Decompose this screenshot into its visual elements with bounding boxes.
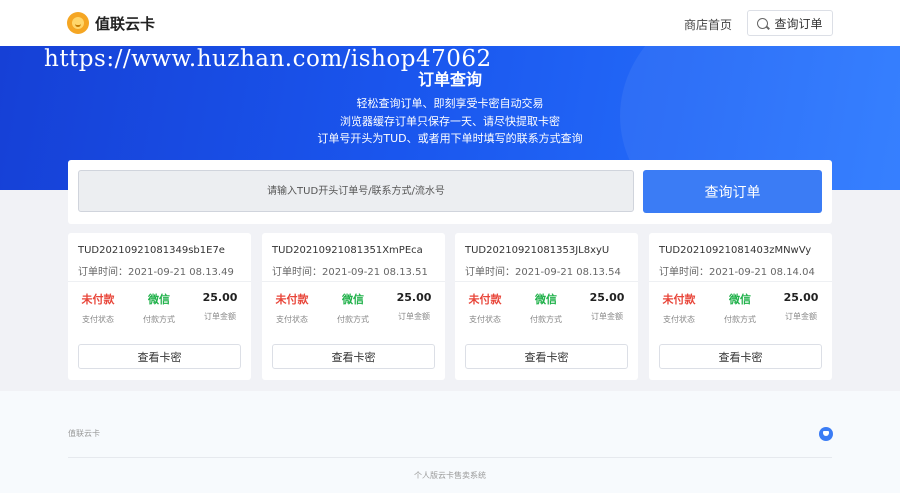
order-time: 订单时间：2021-09-21 08.13.54	[465, 263, 621, 278]
view-card-secret-button[interactable]: 查看卡密	[78, 344, 241, 369]
order-time: 订单时间：2021-09-21 08.14.04	[659, 263, 815, 278]
card-divider	[68, 281, 251, 282]
order-amount: 25.00 订单金额	[577, 291, 637, 322]
banner-line-1: 轻松查询订单、即刻享受卡密自动交易	[356, 97, 544, 110]
payment-method-value: 微信	[535, 293, 557, 306]
order-id: TUD20210921081349sb1E7e	[78, 245, 225, 256]
footer-brand: 值联云卡	[68, 429, 100, 438]
payment-method-label: 付款方式	[724, 315, 756, 324]
order-amount-label: 订单金额	[398, 312, 430, 321]
order-time-label: 订单时间：	[659, 267, 709, 278]
logo-icon	[67, 12, 89, 34]
payment-status: 未付款 支付状态	[68, 291, 128, 325]
page-footer: 值联云卡 个人版云卡售卖系统	[0, 391, 900, 493]
order-amount-value: 25.00	[589, 291, 625, 304]
nav-query-order-button[interactable]: 查询订单	[747, 10, 833, 36]
payment-status-label: 支付状态	[276, 315, 308, 324]
payment-method: 微信 付款方式	[516, 291, 576, 325]
order-amount: 25.00 订单金额	[384, 291, 444, 322]
payment-status: 未付款 支付状态	[262, 291, 322, 325]
banner-line-3: 订单号开头为TUD、或者用下单时填写的联系方式查询	[317, 132, 583, 145]
order-amount-label: 订单金额	[204, 312, 236, 321]
order-time: 订单时间：2021-09-21 08.13.49	[78, 263, 234, 278]
payment-status: 未付款 支付状态	[455, 291, 515, 325]
footer-divider	[68, 457, 832, 458]
search-icon	[757, 17, 769, 29]
payment-method-label: 付款方式	[530, 315, 562, 324]
order-time-value: 2021-09-21 08.13.51	[322, 267, 428, 278]
payment-method: 微信 付款方式	[323, 291, 383, 325]
view-card-secret-button[interactable]: 查看卡密	[272, 344, 435, 369]
top-header: 值联云卡 商店首页 查询订单	[0, 0, 900, 46]
order-amount: 25.00 订单金额	[190, 291, 250, 322]
order-time-label: 订单时间：	[272, 267, 322, 278]
payment-method: 微信 付款方式	[710, 291, 770, 325]
order-amount-value: 25.00	[202, 291, 238, 304]
order-time-value: 2021-09-21 08.13.49	[128, 267, 234, 278]
payment-status-value: 未付款	[275, 293, 309, 306]
watermark-text: https://www.huzhan.com/ishop47062	[44, 46, 492, 72]
payment-status-value: 未付款	[662, 293, 696, 306]
query-order-button[interactable]: 查询订单	[643, 170, 822, 213]
order-time-value: 2021-09-21 08.14.04	[709, 267, 815, 278]
order-card: TUD20210921081351XmPEca 订单时间：2021-09-21 …	[262, 233, 445, 380]
order-id: TUD20210921081351XmPEca	[272, 245, 423, 256]
order-amount-value: 25.00	[783, 291, 819, 304]
brand-logo[interactable]: 值联云卡	[67, 12, 155, 34]
payment-status-label: 支付状态	[82, 315, 114, 324]
nav-query-order-label: 查询订单	[774, 16, 823, 31]
nav-shop-home-link[interactable]: 商店首页	[684, 16, 732, 33]
payment-status-value: 未付款	[468, 293, 502, 306]
brand-name: 值联云卡	[95, 14, 156, 33]
payment-status: 未付款 支付状态	[649, 291, 709, 325]
view-card-secret-button[interactable]: 查看卡密	[465, 344, 628, 369]
view-card-secret-button[interactable]: 查看卡密	[659, 344, 822, 369]
card-divider	[455, 281, 638, 282]
card-divider	[649, 281, 832, 282]
order-search-panel: 查询订单	[68, 160, 832, 224]
footer-shield-icon[interactable]	[819, 427, 833, 441]
order-amount-value: 25.00	[396, 291, 432, 304]
order-card: TUD20210921081353JL8xyU 订单时间：2021-09-21 …	[455, 233, 638, 380]
order-time-value: 2021-09-21 08.13.54	[515, 267, 621, 278]
payment-status-value: 未付款	[81, 293, 115, 306]
card-divider	[262, 281, 445, 282]
order-id: TUD20210921081403zMNwVy	[659, 245, 812, 256]
payment-method: 微信 付款方式	[129, 291, 189, 325]
payment-status-label: 支付状态	[469, 315, 501, 324]
order-card: TUD20210921081403zMNwVy 订单时间：2021-09-21 …	[649, 233, 832, 380]
order-search-input[interactable]	[78, 170, 634, 212]
payment-method-label: 付款方式	[143, 315, 175, 324]
payment-method-label: 付款方式	[337, 315, 369, 324]
footer-copyright: 个人版云卡售卖系统	[414, 471, 486, 480]
order-time-label: 订单时间：	[78, 267, 128, 278]
order-time-label: 订单时间：	[465, 267, 515, 278]
order-amount-label: 订单金额	[591, 312, 623, 321]
order-amount-label: 订单金额	[785, 312, 817, 321]
payment-status-label: 支付状态	[663, 315, 695, 324]
payment-method-value: 微信	[342, 293, 364, 306]
payment-method-value: 微信	[729, 293, 751, 306]
order-amount: 25.00 订单金额	[771, 291, 831, 322]
payment-method-value: 微信	[148, 293, 170, 306]
banner-line-2: 浏览器缓存订单只保存一天、请尽快提取卡密	[340, 115, 560, 128]
order-time: 订单时间：2021-09-21 08.13.51	[272, 263, 428, 278]
order-id: TUD20210921081353JL8xyU	[465, 245, 610, 256]
order-card: TUD20210921081349sb1E7e 订单时间：2021-09-21 …	[68, 233, 251, 380]
